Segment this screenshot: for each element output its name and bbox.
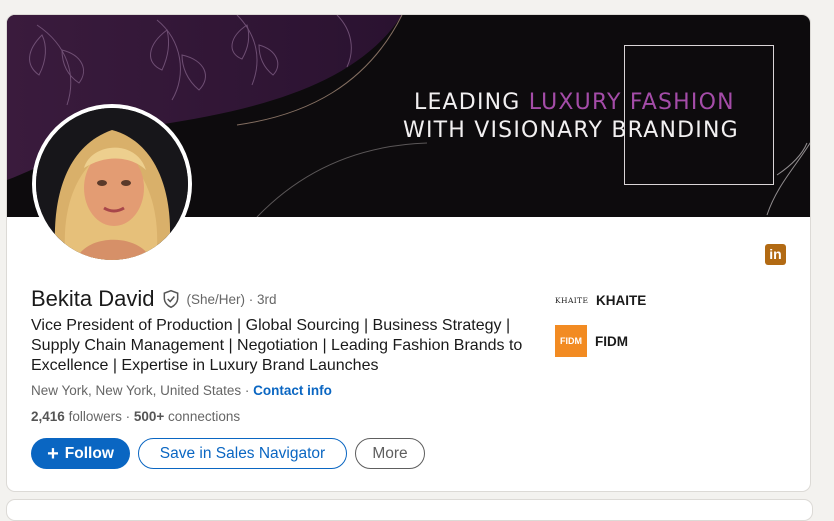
plus-icon: +: [47, 442, 59, 465]
contact-info-link[interactable]: Contact info: [253, 383, 332, 398]
connection-degree: · 3rd: [248, 291, 277, 307]
pronouns: (She/Her): [186, 291, 246, 307]
org-name-fidm[interactable]: FIDM: [595, 334, 628, 349]
next-section-card: [6, 499, 813, 521]
stats-row: 2,416 followers · 500+ connections: [31, 409, 241, 424]
followers-label: followers: [68, 409, 122, 424]
location-row: New York, New York, United States · Cont…: [31, 383, 332, 398]
khaite-logo: KHAITE: [555, 296, 589, 305]
shield-check-icon[interactable]: [161, 289, 181, 309]
location: New York, New York, United States: [31, 383, 242, 398]
fidm-logo: FIDM: [555, 325, 587, 357]
banner-tagline-line2: WITH VISIONARY BRANDING: [403, 118, 739, 143]
connections-label[interactable]: connections: [168, 409, 240, 424]
profile-headline: Vice President of Production | Global So…: [31, 317, 523, 374]
connections-count[interactable]: 500+: [134, 409, 164, 424]
banner-tagline-line1: LEADING LUXURY FASHION: [414, 90, 735, 115]
save-in-sales-navigator-button[interactable]: Save in Sales Navigator: [138, 438, 347, 469]
profile-name: Bekita David: [31, 286, 155, 311]
org-khaite[interactable]: KHAITE KHAITE: [555, 293, 646, 308]
org-fidm[interactable]: FIDM FIDM: [555, 325, 628, 357]
followers-count: 2,416: [31, 409, 65, 424]
org-name-khaite[interactable]: KHAITE: [596, 293, 646, 308]
more-button[interactable]: More: [355, 438, 425, 469]
follow-button[interactable]: + Follow: [31, 438, 130, 469]
linkedin-icon[interactable]: in: [765, 244, 786, 265]
name-row: Bekita David (She/Her) · 3rd: [31, 286, 277, 312]
avatar[interactable]: [32, 104, 192, 264]
banner-tagline-accent: LUXURY FASHION: [528, 90, 735, 115]
avatar-photo: [36, 108, 188, 260]
banner-frame: [624, 45, 774, 185]
profile-card: LEADING LUXURY FASHION WITH VISIONARY BR…: [6, 14, 811, 492]
